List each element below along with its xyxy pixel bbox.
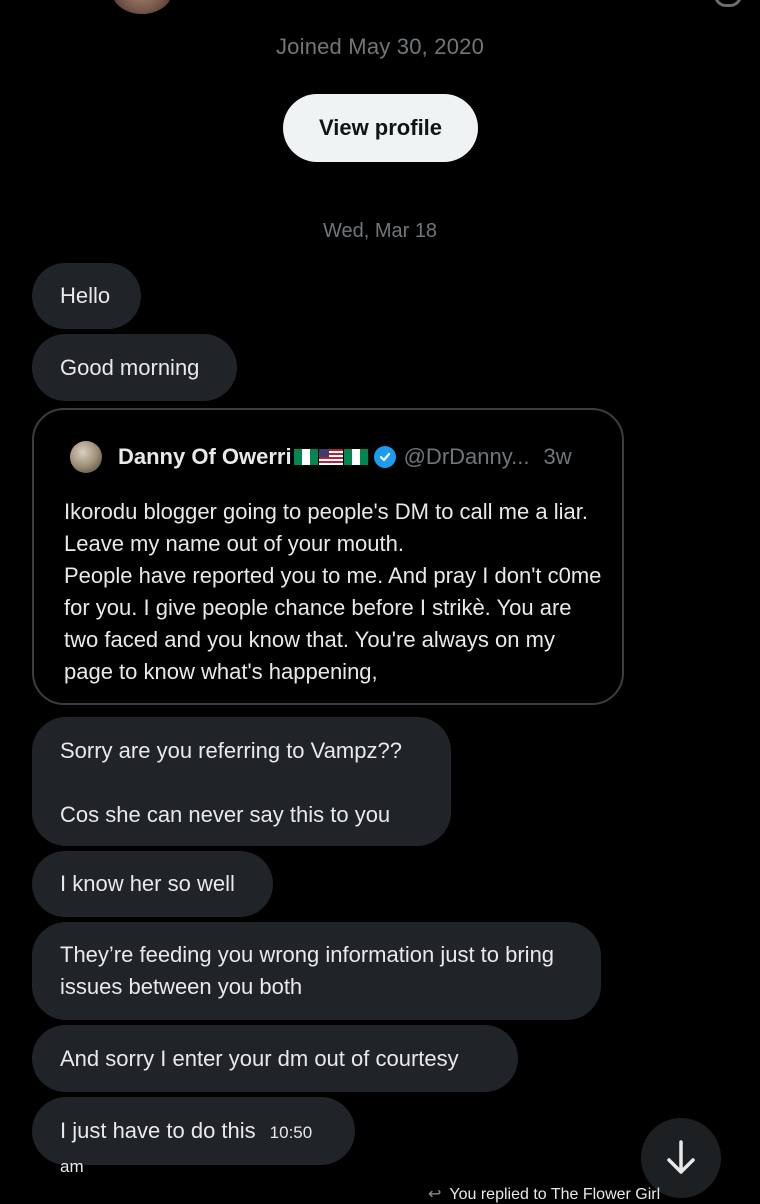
quoted-post-header: Danny Of Owerri @DrDanny... 3w: [70, 440, 572, 474]
message-bubble[interactable]: I know her so well: [32, 851, 273, 917]
arrow-down-icon: [667, 1140, 695, 1174]
nigeria-flag-icon: [293, 449, 318, 465]
quoted-author-avatar: [70, 441, 102, 473]
view-profile-button[interactable]: View profile: [283, 94, 478, 162]
verified-badge-icon: [373, 446, 396, 468]
message-bubble[interactable]: And sorry I enter your dm out of courtes…: [32, 1025, 518, 1092]
profile-avatar[interactable]: [112, 0, 172, 14]
quoted-post-card[interactable]: Danny Of Owerri @DrDanny... 3w Ikorodu b…: [32, 408, 624, 705]
message-bubble[interactable]: Sorry are you referring to Vampz?? Cos s…: [32, 717, 451, 846]
quoted-post-time: 3w: [543, 444, 572, 469]
nigeria-flag-icon: [343, 449, 368, 465]
reply-arrow-icon: ↩: [428, 1186, 442, 1203]
quoted-author-name: Danny Of Owerri: [118, 444, 292, 469]
message-bubble[interactable]: Good morning: [32, 334, 237, 401]
date-separator: Wed, Mar 18: [322, 220, 438, 242]
replied-text: You replied to The Flower Girl: [449, 1186, 661, 1203]
message-bubble[interactable]: I just have to do this 10:50 am: [32, 1097, 355, 1176]
more-icon[interactable]: [714, 0, 742, 7]
replied-indicator: ↩ You replied to The Flower Girl: [428, 1184, 660, 1204]
message-bubble[interactable]: Hello: [32, 263, 141, 329]
quoted-author-handle: @DrDanny...: [403, 444, 530, 469]
joined-date: Joined May 30, 2020: [275, 34, 485, 59]
quoted-post-body: Ikorodu blogger going to people's DM to …: [64, 499, 602, 684]
message-text: I just have to do this: [60, 1118, 256, 1143]
message-bubble[interactable]: They’re feeding you wrong information ju…: [32, 922, 601, 1020]
usa-flag-icon: [318, 449, 343, 465]
